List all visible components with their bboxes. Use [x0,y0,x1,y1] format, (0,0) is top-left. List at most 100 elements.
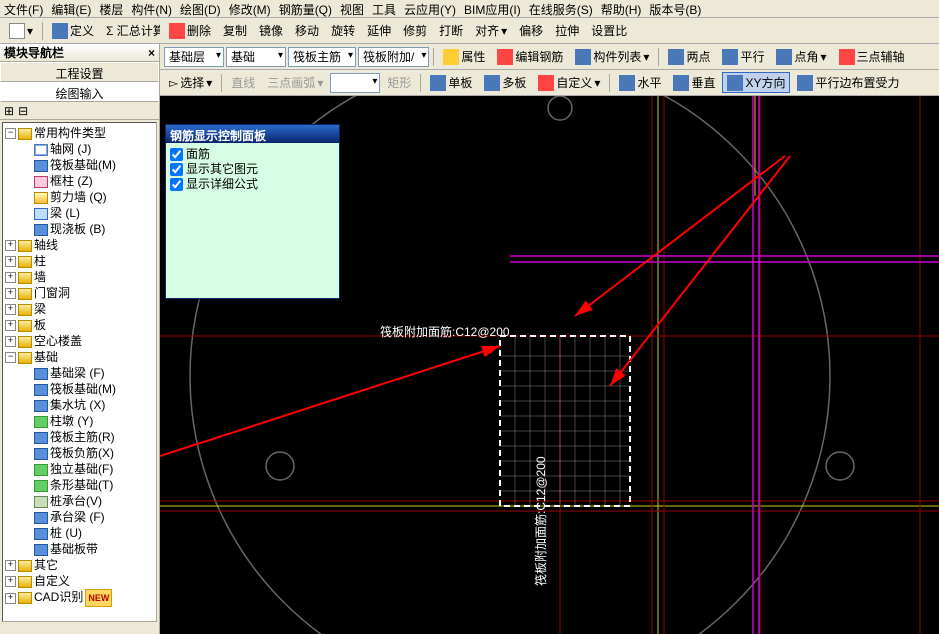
tab-project-settings[interactable]: 工程设置 [0,62,159,82]
expand-icon[interactable]: ⊞ [4,104,14,117]
custom-button[interactable]: 自定义▾ [533,72,605,93]
attach-dropdown[interactable]: 筏板附加/ [358,47,429,67]
two-point-button[interactable]: 两点 [663,46,715,67]
menu-online[interactable]: 在线服务(S) [525,0,597,17]
tree-item-iso-foundation[interactable]: 独立基础(F) [21,461,154,477]
tree-cat-custom[interactable]: 自定义 [5,573,154,589]
chk-face-rebar[interactable]: 面筋 [170,147,335,162]
rect-button[interactable]: 矩形 [382,72,416,93]
tree-item-raft-base[interactable]: 筏板基础(M) [21,381,154,397]
tree-cat-cad[interactable]: CAD识别NEW [5,589,154,607]
chk1-input[interactable] [170,148,183,161]
shape-dropdown[interactable] [330,73,380,93]
tree-item-pile[interactable]: 桩 (U) [21,525,154,541]
edit-steel-button[interactable]: 编辑钢筋 [492,46,568,67]
tab-draw-input[interactable]: 绘图输入 [0,82,159,102]
vertical-button[interactable]: 垂直 [668,72,720,93]
menu-version[interactable]: 版本号(B) [645,0,705,17]
align-button[interactable]: 对齐▾ [470,20,512,41]
tree-item-strip-foundation[interactable]: 条形基础(T) [21,477,154,493]
tree-cat-column[interactable]: 柱 [5,253,154,269]
two-pt-label: 两点 [686,48,710,65]
menu-modify[interactable]: 修改(M) [225,0,275,17]
set-scale-button[interactable]: 设置比 [586,20,632,41]
floor-dropdown[interactable]: 基础层 [164,47,224,67]
menu-cloud[interactable]: 云应用(Y) [400,0,460,17]
menu-help[interactable]: 帮助(H) [597,0,646,17]
collapse-icon[interactable]: ⊟ [18,104,28,117]
mirror-button[interactable]: 镜像 [254,20,288,41]
new-button[interactable]: ▾ [4,21,38,41]
tree-item-cap-beam[interactable]: 承台梁 (F) [21,509,154,525]
tree-cat-hollow[interactable]: 空心楼盖 [5,333,154,349]
menu-steel-qty[interactable]: 钢筋量(Q) [275,0,336,17]
move-button[interactable]: 移动 [290,20,324,41]
menu-draw[interactable]: 绘图(D) [176,0,225,17]
tree-item-foundation-beam[interactable]: 基础梁 (F) [21,365,154,381]
steel-display-panel[interactable]: 钢筋显示控制面板 面筋 显示其它图元 显示详细公式 [165,124,340,299]
menu-edit[interactable]: 编辑(E) [47,0,95,17]
tree-item-shear-wall[interactable]: 剪力墙 (Q) [21,189,154,205]
menu-tools[interactable]: 工具 [368,0,400,17]
break-button[interactable]: 打断 [434,20,468,41]
tree-cat-other[interactable]: 其它 [5,557,154,573]
menu-component[interactable]: 构件(N) [127,0,176,17]
tree-cat-axis[interactable]: 轴线 [5,237,154,253]
tree-item-beam[interactable]: 梁 (L) [21,205,154,221]
tree-item-column-pier[interactable]: 柱墩 (Y) [21,413,154,429]
tree-item-cast-slab[interactable]: 现浇板 (B) [21,221,154,237]
stretch-button[interactable]: 拉伸 [550,20,584,41]
chk-show-formula[interactable]: 显示详细公式 [170,177,335,192]
copy-button[interactable]: 复制 [218,20,252,41]
menu-bim[interactable]: BIM应用(I) [460,0,525,17]
panel-title[interactable]: 钢筋显示控制面板 [166,125,339,143]
property-button[interactable]: 属性 [438,46,490,67]
tri-aux-button[interactable]: 三点辅轴 [834,46,910,67]
component-tree[interactable]: 常用构件类型 轴网 (J) 筏板基础(M) 框柱 (Z) 剪力墙 (Q) 梁 (… [2,122,157,622]
tree-item-foundation-strip[interactable]: 基础板带 [21,541,154,557]
tree-item-raft-main-rebar[interactable]: 筏板主筋(R) [21,429,154,445]
chk2-input[interactable] [170,163,183,176]
item-label: 筏板主筋(R) [50,430,115,444]
single-board-button[interactable]: 单板 [425,72,477,93]
tree-cat-door-window[interactable]: 门窗洞 [5,285,154,301]
menu-view[interactable]: 视图 [336,0,368,17]
tree-item-axis-grid[interactable]: 轴网 (J) [21,141,154,157]
rotate-button[interactable]: 旋转 [326,20,360,41]
multi-board-button[interactable]: 多板 [479,72,531,93]
line-button[interactable]: 直线 [226,72,260,93]
tree-item-raft-neg-rebar[interactable]: 筏板负筋(X) [21,445,154,461]
define-button[interactable]: 定义 [47,20,99,41]
xy-direction-button[interactable]: XY方向 [722,72,790,93]
item-label: 框柱 (Z) [50,174,93,188]
tree-item-pile-cap[interactable]: 桩承台(V) [21,493,154,509]
chk3-input[interactable] [170,178,183,191]
tree-cat-wall[interactable]: 墙 [5,269,154,285]
arc3-button[interactable]: 三点画弧▾ [262,72,328,93]
chk-show-other[interactable]: 显示其它图元 [170,162,335,177]
category-dropdown[interactable]: 基础 [226,47,286,67]
component-list-button[interactable]: 构件列表▾ [570,46,654,67]
parallel-button[interactable]: 平行 [717,46,769,67]
tree-cat-slab[interactable]: 板 [5,317,154,333]
tree-item-raft-foundation[interactable]: 筏板基础(M) [21,157,154,173]
pile-icon [34,528,48,540]
tree-item-sump[interactable]: 集水坑 (X) [21,397,154,413]
rebar-type-dropdown[interactable]: 筏板主筋 [288,47,356,67]
horizontal-button[interactable]: 水平 [614,72,666,93]
tree-cat-beam[interactable]: 梁 [5,301,154,317]
edge-layout-button[interactable]: 平行边布置受力 [792,72,904,93]
menu-file[interactable]: 文件(F) [0,0,47,17]
select-button[interactable]: ▻选择▾ [164,72,217,93]
trim-button[interactable]: 修剪 [398,20,432,41]
delete-button[interactable]: 删除 [164,20,216,41]
tree-item-frame-column[interactable]: 框柱 (Z) [21,173,154,189]
menu-floor[interactable]: 楼层 [95,0,127,17]
item-label: 柱墩 (Y) [50,414,93,428]
sidebar-close-icon[interactable]: × [148,46,155,60]
tree-root[interactable]: 常用构件类型 轴网 (J) 筏板基础(M) 框柱 (Z) 剪力墙 (Q) 梁 (… [5,125,154,237]
tree-cat-foundation[interactable]: 基础 基础梁 (F) 筏板基础(M) 集水坑 (X) 柱墩 (Y) 筏板主筋(R… [5,349,154,557]
point-angle-button[interactable]: 点角▾ [771,46,831,67]
extend-button[interactable]: 延伸 [362,20,396,41]
offset-button[interactable]: 偏移 [514,20,548,41]
